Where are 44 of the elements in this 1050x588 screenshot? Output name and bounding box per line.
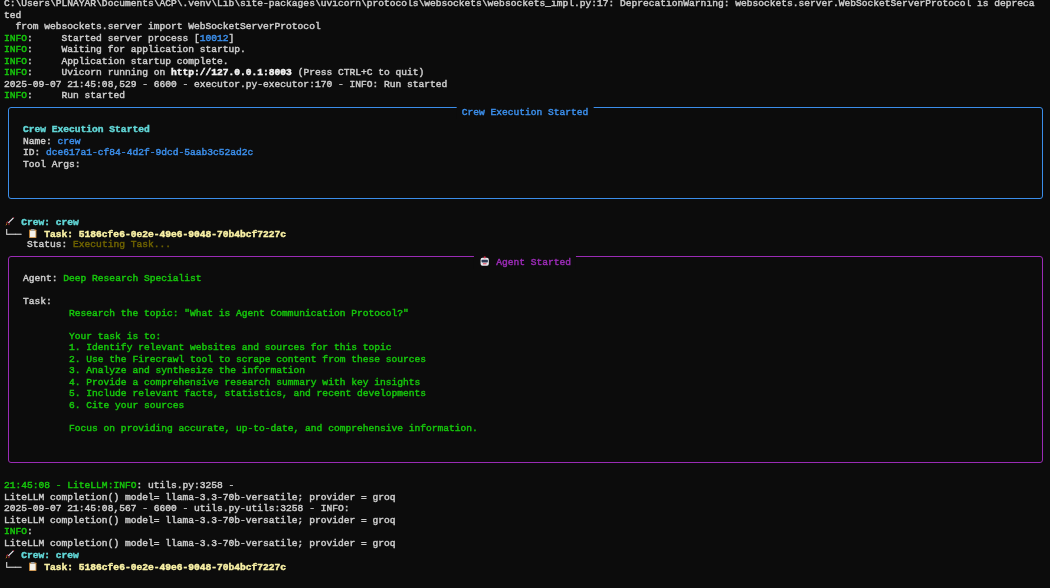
log-line: 5. Include relevant facts, statistics, and recent developments: [68, 388, 426, 400]
log-line: Name: crew: [23, 135, 81, 147]
log-line: Task: 5186cfe6-0e2e-49e6-9048-70b4bcf7227c: [43, 228, 287, 240]
log-line: 1. Identify relevant websites and sources for this topic: [68, 342, 392, 354]
log-line: 2. Use the Firecrawl tool to scrape content from these sources: [68, 353, 426, 365]
log-line: Focus on providing accurate, up-to-date, and comprehensive information.: [68, 422, 478, 434]
log-line: ted: [4, 9, 22, 21]
panel-title: Crew Execution Started: [461, 107, 589, 119]
log-line: 2025-09-07 21:45:08,529 - 6600 - executor.py-executor:170 - INFO: Run started: [4, 78, 448, 90]
log-line: INFO: Run started: [4, 90, 125, 101]
rocket-icon: [4, 549, 16, 561]
log-line: from websockets.server import WebSocketServerProtocol: [14, 21, 321, 32]
rocket-icon: [4, 216, 16, 228]
log-line: Crew Execution Started: [23, 124, 150, 136]
log-line: Tool Args:: [23, 158, 81, 170]
log-line: Your task is to:: [68, 330, 162, 342]
log-line: Crew: crew: [20, 217, 79, 229]
log-line: 6. Cite your sources: [68, 399, 185, 411]
clipboard-icon: [27, 560, 39, 572]
log-line: 21:45:08 - LiteLLM:INFO: utils.py:3258 -: [4, 480, 236, 492]
log-line: └──: [4, 561, 23, 573]
log-line: INFO: Uvicorn running on http://127.0.0.1:8003 (Press CTRL+C to quit): [4, 67, 425, 78]
log-line: └──: [4, 228, 23, 240]
log-line: Task: 5186cfe6-0e2e-49e6-9048-70b4bcf7227c: [43, 561, 287, 573]
log-line: Task:: [23, 296, 52, 308]
robot-icon: [478, 256, 491, 268]
log-line: 4. Provide a comprehensive research summary with key insights: [68, 376, 421, 388]
log-line: Crew: crew: [20, 550, 79, 562]
log-line: Research the topic: "What is Agent Communication Protocol?": [68, 307, 409, 319]
log-line: INFO: Started server process [10012]: [4, 32, 235, 44]
clipboard-icon: [27, 227, 39, 239]
log-line: ID: dce617a1-cf84-4d2f-9dcd-5aab3c52ad2c: [23, 147, 254, 159]
log-line: INFO: Application startup complete.: [4, 55, 229, 67]
log-line: LiteLLM completion() model= llama-3.3-70b-versatile; provider = groq: [4, 491, 396, 503]
panel-title: Agent Started: [495, 257, 572, 269]
log-line: Status: Executing Task...: [26, 239, 171, 251]
log-line: LiteLLM completion() model= llama-3.3-70b-versatile; provider = groq: [4, 514, 396, 526]
log-line: Agent: Deep Research Specialist: [23, 273, 202, 285]
log-line: 2025-09-07 21:45:08,567 - 6600 - utils.py-utils:3258 - INFO:: [4, 503, 351, 515]
log-line: INFO: Waiting for application startup.: [4, 44, 246, 55]
log-line: 3. Analyze and synthesize the information: [68, 365, 306, 377]
log-line: INFO:: [4, 526, 33, 538]
log-line: LiteLLM completion() model= llama-3.3-70b-versatile; provider = groq: [4, 537, 396, 549]
log-line: C:\Users\PLNAYAR\Documents\ACP\.venv\Lib\site-packages\uvicorn\protocols\websockets\websockets_impl.py:17: DeprecationWarning: websockets.server.WebSocketServerProtocol is depreca: [4, 0, 1035, 9]
